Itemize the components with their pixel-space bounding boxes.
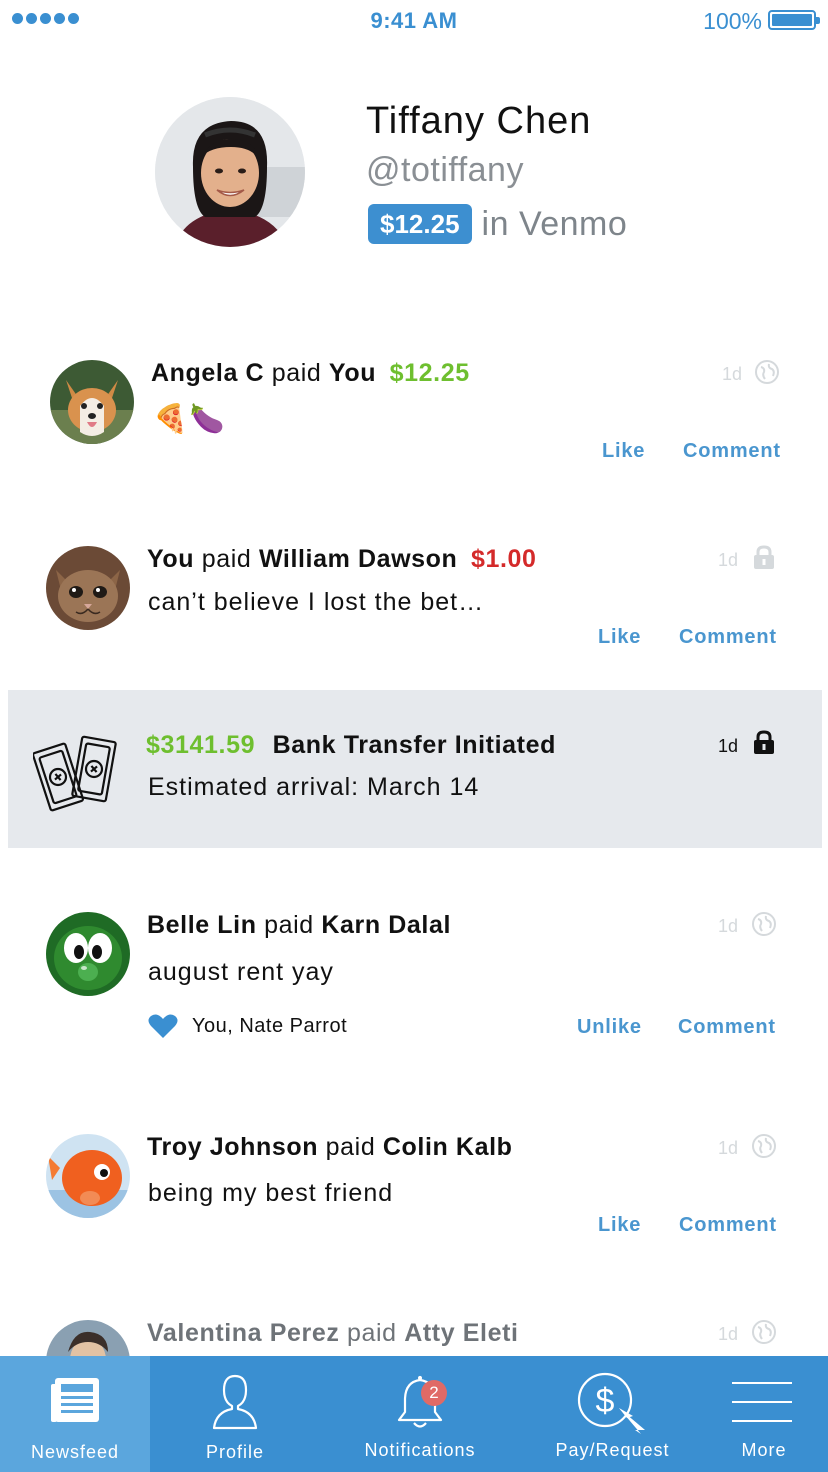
like-button[interactable]: Like bbox=[602, 440, 645, 463]
status-bar: 9:41 AM 100% bbox=[0, 0, 828, 40]
feed-note: 🍕🍆 bbox=[153, 403, 227, 434]
like-button[interactable]: Like bbox=[598, 1214, 641, 1237]
profile-handle: @totiffany bbox=[366, 151, 524, 189]
feed-note: august rent yay bbox=[148, 958, 334, 986]
dollar-cursor-icon: $ bbox=[577, 1372, 645, 1434]
heart-icon bbox=[148, 1014, 178, 1038]
notification-badge: 2 bbox=[421, 1380, 447, 1406]
tab-label: Profile bbox=[205, 1442, 265, 1462]
avatar-green-character[interactable] bbox=[46, 912, 130, 996]
feed-actor[interactable]: Valentina Perez bbox=[147, 1319, 339, 1347]
tab-label: Pay/Request bbox=[555, 1440, 670, 1460]
feed-actor[interactable]: You bbox=[147, 545, 194, 573]
tab-label: Notifications bbox=[364, 1440, 476, 1460]
globe-icon bbox=[752, 912, 776, 936]
feed-amount: $1.00 bbox=[470, 545, 537, 573]
comment-button[interactable]: Comment bbox=[679, 626, 777, 649]
person-icon bbox=[212, 1374, 258, 1430]
money-bills-icon bbox=[33, 735, 117, 812]
svg-text:$: $ bbox=[596, 1382, 615, 1420]
feed-headline: Valentina Perez paid Atty Eleti bbox=[147, 1319, 519, 1347]
feed-note: being my best friend bbox=[148, 1179, 394, 1207]
comment-button[interactable]: Comment bbox=[678, 1016, 776, 1039]
likes-names: You, Nate Parrot bbox=[192, 1014, 348, 1037]
feed-actor[interactable]: Belle Lin bbox=[147, 911, 257, 939]
battery-percentage: 100% bbox=[703, 8, 762, 34]
globe-icon bbox=[752, 1320, 776, 1344]
feed-actor[interactable]: Angela C bbox=[151, 359, 264, 387]
feed-time: 1d bbox=[718, 916, 739, 936]
profile-avatar[interactable] bbox=[155, 97, 305, 247]
tab-label: Newsfeed bbox=[30, 1442, 120, 1462]
likes-row[interactable]: You, Nate Parrot bbox=[148, 1013, 347, 1039]
feed-headline: Belle Lin paid Karn Dalal bbox=[147, 911, 452, 939]
menu-icon bbox=[732, 1382, 792, 1422]
transfer-amount: $3141.59 bbox=[146, 731, 256, 759]
tab-notifications[interactable]: 2 Notifications bbox=[340, 1356, 500, 1472]
feed-headline: Angela C paid You $12.25 bbox=[151, 359, 470, 387]
feed-time: 1d bbox=[722, 364, 743, 384]
feed-note: can’t believe I lost the bet… bbox=[148, 588, 485, 616]
globe-icon bbox=[755, 360, 779, 384]
tab-bar: Newsfeed Profile 2 Notifications $ Pay/R… bbox=[0, 1356, 828, 1472]
feed-target[interactable]: You bbox=[329, 359, 376, 387]
tab-more[interactable]: More bbox=[700, 1356, 828, 1472]
avatar-kitten[interactable] bbox=[46, 546, 130, 630]
tab-newsfeed[interactable]: Newsfeed bbox=[0, 1356, 150, 1472]
feed-headline: You paid William Dawson $1.00 bbox=[147, 545, 537, 573]
globe-icon bbox=[752, 1134, 776, 1158]
balance-row[interactable]: $12.25 in Venmo bbox=[368, 204, 627, 244]
comment-button[interactable]: Comment bbox=[683, 440, 781, 463]
transfer-note: Estimated arrival: March 14 bbox=[148, 773, 480, 801]
lock-icon bbox=[754, 545, 774, 569]
feed-headline: Troy Johnson paid Colin Kalb bbox=[147, 1133, 513, 1161]
lock-icon bbox=[754, 730, 774, 754]
feed-headline: $3141.59 Bank Transfer Initiated bbox=[146, 731, 556, 760]
battery-icon bbox=[768, 10, 820, 30]
feed-time: 1d bbox=[718, 1138, 739, 1158]
feed-time: 1d bbox=[718, 736, 739, 756]
unlike-button[interactable]: Unlike bbox=[577, 1016, 642, 1039]
feed-time: 1d bbox=[718, 550, 739, 570]
bank-transfer-item[interactable] bbox=[8, 690, 822, 848]
feed-actor[interactable]: Troy Johnson bbox=[147, 1133, 318, 1161]
balance-label: in Venmo bbox=[481, 204, 628, 243]
feed-target[interactable]: William Dawson bbox=[259, 545, 458, 573]
feed-target[interactable]: Karn Dalal bbox=[321, 911, 451, 939]
profile-name: Tiffany Chen bbox=[366, 100, 592, 142]
tab-profile[interactable]: Profile bbox=[150, 1356, 320, 1472]
tab-label: More bbox=[741, 1440, 787, 1460]
avatar-goldfish[interactable] bbox=[46, 1134, 130, 1218]
like-button[interactable]: Like bbox=[598, 626, 641, 649]
tab-pay-request[interactable]: $ Pay/Request bbox=[535, 1356, 690, 1472]
feed-target[interactable]: Atty Eleti bbox=[404, 1319, 518, 1347]
feed-time: 1d bbox=[718, 1324, 739, 1344]
balance-badge[interactable]: $12.25 bbox=[368, 204, 472, 244]
newspaper-icon bbox=[51, 1378, 99, 1422]
avatar-corgi[interactable] bbox=[50, 360, 134, 444]
transfer-title: Bank Transfer Initiated bbox=[272, 731, 556, 759]
feed-amount: $12.25 bbox=[389, 359, 470, 387]
comment-button[interactable]: Comment bbox=[679, 1214, 777, 1237]
feed-target[interactable]: Colin Kalb bbox=[383, 1133, 513, 1161]
